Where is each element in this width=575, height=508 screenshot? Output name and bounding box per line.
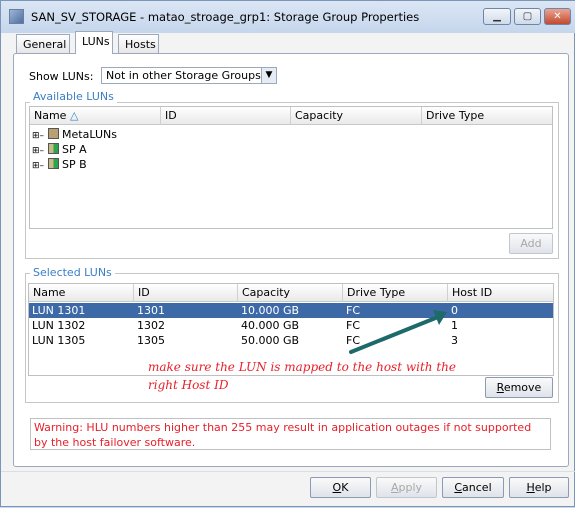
ok-label: OK [332,481,349,494]
apply-label: Apply [390,481,423,494]
apply-button[interactable]: Apply [376,477,437,498]
warning-message: Warning: HLU numbers higher than 255 may… [30,418,551,450]
help-button[interactable]: Help [509,477,569,498]
cancel-label: Cancel [454,481,492,494]
cancel-button[interactable]: Cancel [442,477,504,498]
button-bar-divider [1,471,575,472]
remove-button[interactable]: Remove [485,377,553,398]
dialog-window: SAN_SV_STORAGE - matao_stroage_grp1: Sto… [0,0,575,507]
ok-button[interactable]: OK [310,477,371,498]
remove-label: Remove [496,381,542,394]
help-label: Help [526,481,552,494]
tab-luns[interactable]: LUNs [75,31,113,54]
